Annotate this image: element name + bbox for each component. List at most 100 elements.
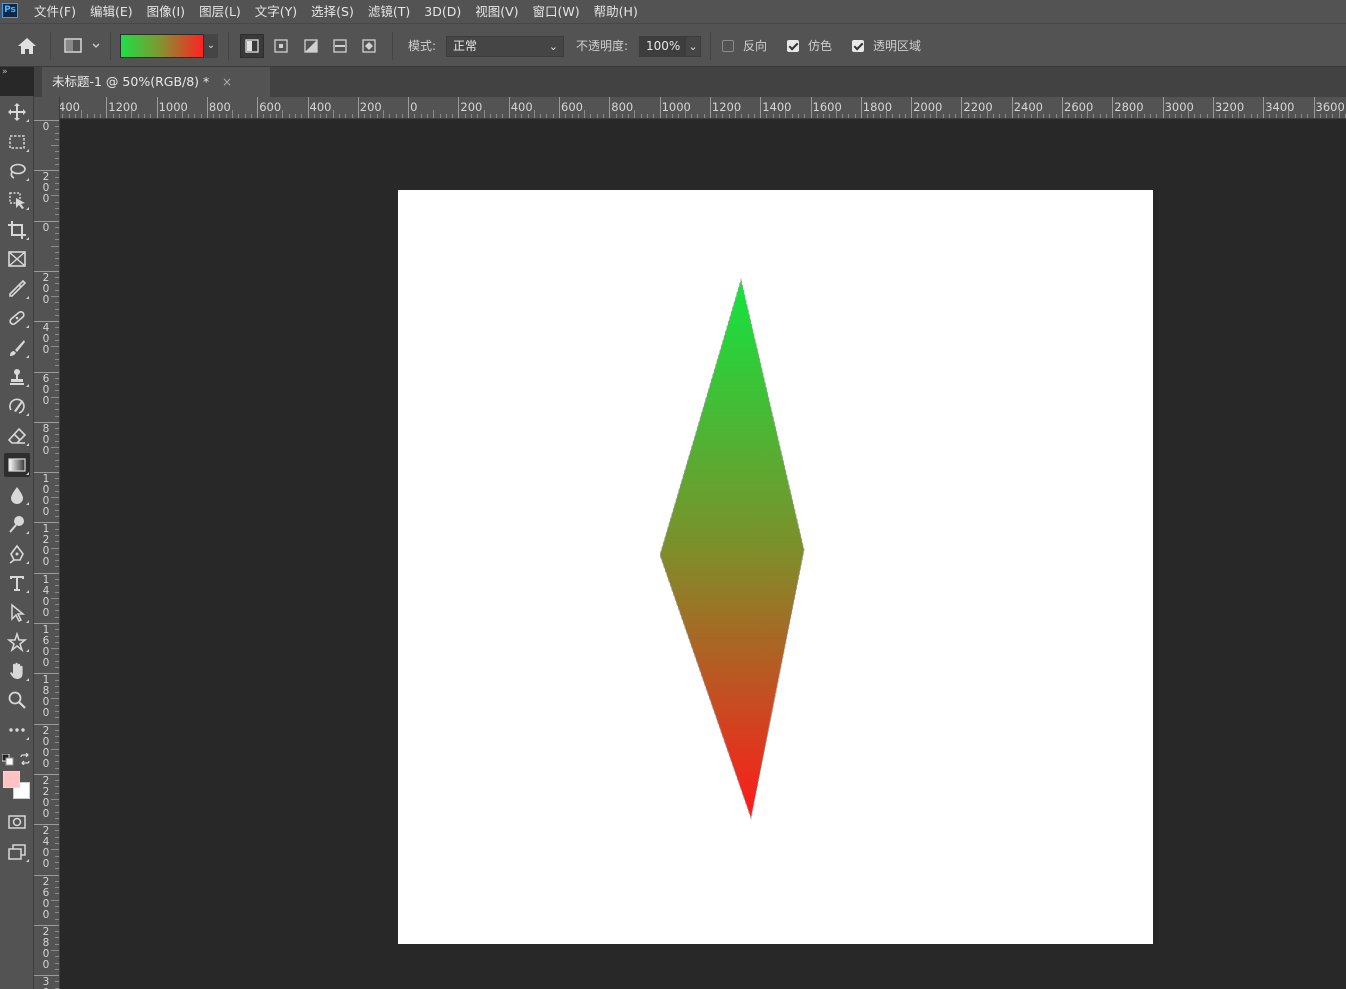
reverse-label: 反向 bbox=[743, 39, 768, 53]
diamond-gradient-button[interactable] bbox=[357, 34, 381, 58]
lasso-tool-icon[interactable] bbox=[4, 159, 30, 183]
hand-tool-icon[interactable] bbox=[4, 659, 30, 683]
ruler-v-label: 6 0 0 bbox=[42, 372, 50, 407]
object-selection-tool-icon[interactable] bbox=[4, 188, 30, 212]
linear-gradient-button[interactable] bbox=[240, 34, 264, 58]
ruler-h-minor-mark bbox=[1231, 114, 1233, 118]
custom-shape-tool-icon[interactable] bbox=[4, 630, 30, 654]
healing-brush-tool-icon[interactable] bbox=[4, 306, 30, 330]
quick-mask-icon[interactable] bbox=[4, 810, 30, 834]
photoshop-logo-icon[interactable]: Ps bbox=[2, 3, 18, 18]
path-selection-tool-icon[interactable] bbox=[4, 601, 30, 625]
menu-3d[interactable]: 3D(D) bbox=[424, 0, 461, 23]
gradient-dropdown-chevron-icon[interactable]: ⌄ bbox=[204, 34, 218, 58]
ruler-h-minor-mark bbox=[577, 114, 579, 118]
screen-mode-icon[interactable] bbox=[4, 840, 30, 864]
tool-preset-picker[interactable] bbox=[62, 35, 102, 57]
gradient-tool-icon[interactable] bbox=[4, 453, 30, 477]
ruler-v-minor-mark bbox=[55, 553, 59, 555]
foreground-color-swatch[interactable] bbox=[3, 771, 20, 788]
ruler-h-minor-mark bbox=[722, 114, 724, 118]
ruler-h-minor-mark bbox=[584, 110, 586, 118]
angle-gradient-button[interactable] bbox=[299, 34, 323, 58]
ruler-v-minor-mark bbox=[55, 333, 59, 335]
reflected-gradient-button[interactable] bbox=[328, 34, 352, 58]
eraser-tool-icon[interactable] bbox=[4, 424, 30, 448]
ruler-h-major-mark bbox=[1011, 97, 1013, 118]
swap-colors-icon[interactable] bbox=[19, 750, 31, 766]
document-tab[interactable]: 未标题-1 @ 50%(RGB/8) * × bbox=[42, 67, 270, 97]
close-icon[interactable]: × bbox=[222, 67, 232, 97]
menu-filter[interactable]: 滤镜(T) bbox=[368, 0, 410, 23]
opacity-input[interactable]: 100% bbox=[639, 36, 685, 57]
move-tool-icon[interactable] bbox=[4, 100, 30, 124]
mode-value: 正常 bbox=[453, 39, 478, 53]
ruler-h-minor-mark bbox=[603, 114, 604, 118]
ruler-h-minor-mark bbox=[747, 114, 749, 118]
marquee-tool-icon[interactable] bbox=[4, 130, 30, 154]
type-tool-icon[interactable] bbox=[4, 571, 30, 595]
horizontal-ruler[interactable]: 400 1200 1000 800 600 400 200 0 200 400 600 800 1000… bbox=[60, 97, 1346, 119]
ruler-h-minor-mark bbox=[1225, 114, 1227, 118]
menu-edit[interactable]: 编辑(E) bbox=[90, 0, 133, 23]
ruler-h-minor-mark bbox=[621, 114, 623, 118]
zoom-tool-icon[interactable] bbox=[4, 688, 30, 712]
ruler-h-minor-mark bbox=[181, 110, 183, 118]
ruler-v-minor-mark bbox=[55, 604, 59, 606]
frame-tool-icon[interactable] bbox=[4, 247, 30, 271]
ruler-origin[interactable] bbox=[34, 97, 60, 119]
dodge-tool-icon[interactable] bbox=[4, 512, 30, 536]
ruler-h-minor-mark bbox=[967, 114, 969, 118]
menu-help[interactable]: 帮助(H) bbox=[594, 0, 638, 23]
menu-list: 文件(F) 编辑(E) 图像(I) 图层(L) 文字(Y) 选择(S) 滤镜(T… bbox=[34, 0, 652, 23]
ruler-h-minor-mark bbox=[684, 110, 686, 118]
menu-view[interactable]: 视图(V) bbox=[475, 0, 518, 23]
ruler-h-minor-mark bbox=[1106, 114, 1107, 118]
ruler-h-minor-mark bbox=[1093, 114, 1095, 118]
vertical-ruler[interactable]: 0 2 0 0 0 2 0 0 4 0 0 6 0 0 8 0 0 1 0 0 0 1 2 0 … bbox=[34, 119, 60, 989]
home-icon[interactable] bbox=[16, 36, 38, 56]
menu-window[interactable]: 窗口(W) bbox=[533, 0, 580, 23]
ruler-h-label: 3400 bbox=[1265, 100, 1295, 114]
divider bbox=[392, 32, 393, 60]
brush-tool-icon[interactable] bbox=[4, 336, 30, 360]
ruler-h-minor-mark bbox=[552, 114, 554, 118]
ruler-h-label: 2200 bbox=[963, 100, 993, 114]
menu-file[interactable]: 文件(F) bbox=[34, 0, 76, 23]
panel-collapse-icon[interactable]: » bbox=[0, 67, 16, 77]
ruler-h-minor-mark bbox=[313, 114, 315, 118]
menu-layer[interactable]: 图层(L) bbox=[199, 0, 241, 23]
gradient-swatch[interactable] bbox=[120, 34, 204, 58]
menu-type[interactable]: 文字(Y) bbox=[255, 0, 297, 23]
ruler-h-minor-mark bbox=[1332, 114, 1334, 118]
more-tools-icon[interactable] bbox=[4, 718, 30, 742]
reverse-checkbox[interactable] bbox=[722, 40, 734, 52]
default-colors-icon[interactable] bbox=[1, 751, 14, 766]
pen-tool-icon[interactable] bbox=[4, 542, 30, 566]
ruler-v-minor-mark bbox=[55, 711, 59, 713]
ruler-h-minor-mark bbox=[175, 114, 177, 118]
transparency-checkbox[interactable] bbox=[852, 40, 864, 52]
blur-tool-icon[interactable] bbox=[4, 483, 30, 507]
ruler-h-minor-mark bbox=[1219, 114, 1221, 118]
mode-select[interactable]: 正常 ⌄ bbox=[446, 36, 564, 57]
opacity-dropdown-chevron-icon[interactable]: ⌄ bbox=[685, 36, 701, 57]
ruler-v-minor-mark bbox=[51, 899, 59, 901]
ruler-v-minor-mark bbox=[55, 685, 59, 687]
menu-select[interactable]: 选择(S) bbox=[311, 0, 354, 23]
crop-tool-icon[interactable] bbox=[4, 218, 30, 242]
ruler-h-label: 3600 bbox=[1315, 100, 1345, 114]
menu-image[interactable]: 图像(I) bbox=[147, 0, 185, 23]
ruler-v-minor-mark bbox=[55, 912, 59, 914]
ruler-v-minor-mark bbox=[51, 849, 59, 851]
document-canvas[interactable] bbox=[398, 190, 1153, 944]
eyedropper-tool-icon[interactable] bbox=[4, 277, 30, 301]
ruler-h-minor-mark bbox=[225, 114, 227, 118]
history-brush-tool-icon[interactable] bbox=[4, 394, 30, 418]
dither-checkbox[interactable] bbox=[787, 40, 799, 52]
ruler-h-minor-mark bbox=[766, 114, 768, 118]
clone-stamp-tool-icon[interactable] bbox=[4, 365, 30, 389]
ruler-h-minor-mark bbox=[848, 114, 850, 118]
ruler-h-minor-mark bbox=[1288, 110, 1290, 118]
radial-gradient-button[interactable] bbox=[269, 34, 293, 58]
